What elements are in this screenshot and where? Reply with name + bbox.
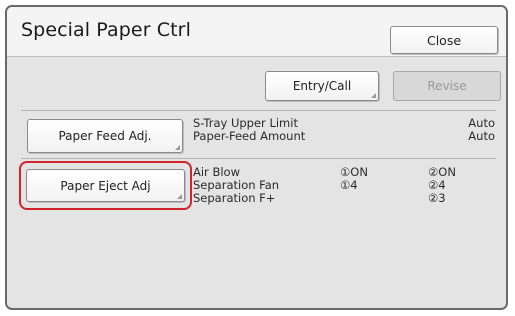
- paper-eject-adj-button[interactable]: Paper Eject Adj: [26, 169, 185, 202]
- separation-fan-value-1: ①4: [340, 178, 358, 192]
- page-title: Special Paper Ctrl: [21, 19, 191, 41]
- paper-feed-adj-button[interactable]: Paper Feed Adj.: [27, 119, 183, 153]
- entry-call-button[interactable]: Entry/Call: [265, 71, 379, 101]
- divider: [21, 158, 496, 159]
- separation-f-plus-label: Separation F+: [193, 191, 276, 205]
- paper-feed-amount-value: Auto: [468, 129, 495, 143]
- separation-f-plus-value-2: ②3: [428, 191, 446, 205]
- special-paper-ctrl-dialog: Special Paper Ctrl Close Entry/Call Revi…: [5, 5, 508, 310]
- revise-button[interactable]: Revise: [393, 71, 501, 101]
- divider: [21, 110, 496, 111]
- close-button[interactable]: Close: [390, 26, 498, 54]
- paper-feed-amount-label: Paper-Feed Amount: [193, 129, 306, 143]
